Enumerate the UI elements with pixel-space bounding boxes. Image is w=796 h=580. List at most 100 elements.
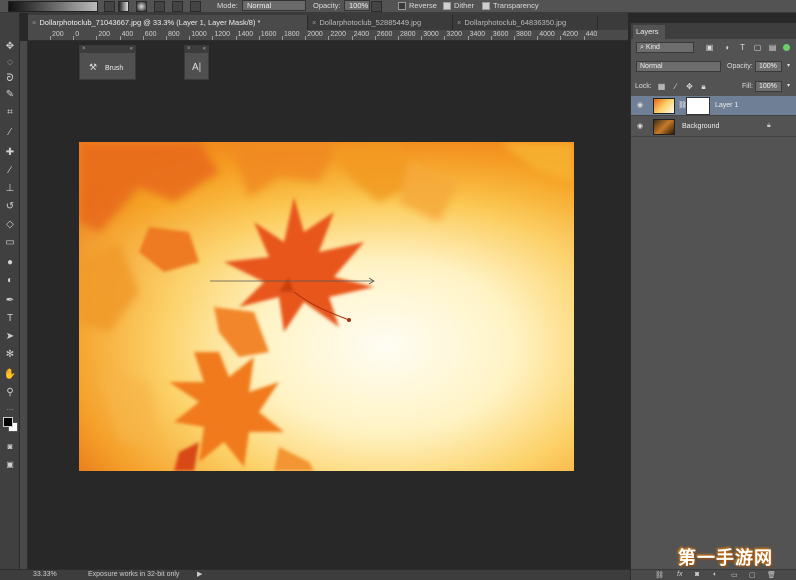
opacity-dropdown-icon[interactable]: ▾	[784, 62, 793, 71]
reflected-gradient-icon[interactable]	[172, 1, 183, 12]
lock-position-icon[interactable]: ✥	[685, 82, 694, 91]
ruler-tick-mark	[583, 36, 585, 40]
healing-icon[interactable]: ✚	[2, 145, 18, 161]
shape-icon[interactable]: ✻	[2, 347, 18, 363]
opacity-dropdown-icon[interactable]	[371, 1, 382, 12]
history-brush-icon[interactable]: ↺	[2, 199, 18, 215]
ruler-tick-label: 400	[121, 31, 134, 38]
layers-panel-header: Layers	[631, 23, 796, 39]
layer-mask-thumbnail[interactable]	[686, 97, 710, 115]
zoom-level[interactable]: 33.33%	[33, 571, 57, 578]
gradient-preview[interactable]	[8, 1, 98, 12]
ruler-tick-mark	[305, 36, 307, 40]
group-icon[interactable]: ▭	[731, 571, 738, 579]
panel-header[interactable]: × «	[185, 46, 208, 53]
type-icon[interactable]: T	[2, 311, 18, 327]
reverse-checkbox[interactable]	[398, 2, 406, 10]
delete-layer-icon[interactable]: 🗑︎	[767, 571, 776, 579]
pen-icon[interactable]: ✒	[2, 293, 18, 309]
transparency-checkbox[interactable]	[482, 2, 490, 10]
filter-kind-select[interactable]: ⌕ Kind	[636, 42, 694, 53]
linear-gradient-icon[interactable]	[118, 1, 129, 12]
layer-opacity-field[interactable]: 100%	[755, 61, 782, 72]
add-mask-icon[interactable]: ◙	[695, 571, 699, 578]
layer-name[interactable]: Background	[682, 122, 719, 132]
filter-toggle-icon[interactable]	[783, 44, 790, 51]
quick-select-icon[interactable]: ✎	[2, 87, 18, 103]
layer-name[interactable]: Layer 1	[715, 101, 738, 111]
mode-select[interactable]: Normal	[242, 0, 306, 11]
filter-smart-object-icon[interactable]: ▤	[768, 43, 777, 52]
gradient-icon[interactable]: ▭	[2, 235, 18, 251]
lock-image-icon[interactable]: ∕	[671, 82, 680, 91]
filter-adjustment-icon[interactable]: ◑	[722, 43, 731, 52]
ruler-tick-label: 1200	[214, 31, 230, 38]
link-layers-icon[interactable]: ⛓	[655, 571, 664, 579]
filter-type-icon[interactable]: T	[738, 43, 747, 52]
ruler-tick-mark	[560, 36, 562, 40]
reverse-label: Reverse	[409, 1, 437, 10]
visibility-eye-icon[interactable]: ◉	[637, 123, 645, 131]
fill-dropdown-icon[interactable]: ▾	[784, 82, 793, 91]
status-menu-arrow-icon[interactable]: ▶	[197, 570, 202, 578]
layer-row-background[interactable]: ◉ Background 🔒︎	[631, 117, 796, 137]
quick-mask-icon[interactable]: ◙	[2, 439, 18, 455]
ruler-tick-mark	[514, 36, 515, 40]
stamp-icon[interactable]: ⊥	[2, 181, 18, 197]
brush-icon[interactable]: ∕	[2, 163, 18, 179]
radial-gradient-icon[interactable]	[136, 1, 147, 12]
tools-panel: ✥ ◌ ᘐ ✎ ⌗ ⁄ ✚ ∕ ⊥ ↺ ◇ ▭ ● ◐ ✒ T ➤ ✻ ✋ ⚲ …	[0, 13, 20, 569]
angle-gradient-icon[interactable]	[154, 1, 165, 12]
eraser-icon[interactable]: ◇	[2, 217, 18, 233]
ruler-tick-mark	[374, 36, 376, 40]
path-select-icon[interactable]: ➤	[2, 329, 18, 345]
panel-header[interactable]: × «	[80, 46, 135, 53]
tab-doc-3[interactable]: × Dollarphotoclub_64836350.jpg	[453, 15, 598, 30]
ruler-tick-mark	[119, 36, 121, 40]
new-layer-icon[interactable]: ▢	[749, 571, 756, 579]
mode-label: Mode:	[217, 1, 238, 10]
move-icon[interactable]: ✥	[2, 39, 18, 55]
filter-shape-icon[interactable]: ▢	[753, 43, 762, 52]
hand-icon[interactable]: ✋	[2, 367, 18, 383]
ruler-tick-label: 4200	[562, 31, 578, 38]
character-panel[interactable]: × « A|	[184, 45, 209, 80]
eyedropper-icon[interactable]: ⁄	[2, 125, 18, 141]
filter-pixel-icon[interactable]: ▣	[705, 43, 714, 52]
screen-mode-icon[interactable]: ▣	[2, 457, 18, 473]
tab-layers[interactable]: Layers	[633, 25, 665, 39]
layer-thumbnail[interactable]	[653, 98, 675, 114]
blur-icon[interactable]: ●	[2, 255, 18, 271]
more-tools-icon[interactable]: …	[2, 401, 18, 417]
fx-icon[interactable]: fx	[677, 571, 682, 578]
fill-field[interactable]: 100%	[755, 81, 782, 92]
foreground-color-swatch[interactable]	[3, 417, 13, 427]
gradient-dropdown-icon[interactable]	[104, 1, 115, 12]
diamond-gradient-icon[interactable]	[190, 1, 201, 12]
crop-icon[interactable]: ⌗	[2, 105, 18, 121]
layer-thumbnail[interactable]	[653, 119, 675, 135]
lock-label: Lock:	[635, 83, 652, 90]
dither-checkbox[interactable]	[443, 2, 451, 10]
marquee-icon[interactable]: ◌	[2, 55, 18, 71]
adjustment-layer-icon[interactable]: ◐	[713, 571, 717, 578]
close-icon[interactable]: ×	[457, 18, 461, 27]
blend-mode-select[interactable]: Normal	[636, 61, 721, 72]
ruler-tick-mark	[96, 36, 98, 40]
opacity-field[interactable]: 100%	[344, 0, 370, 11]
visibility-eye-icon[interactable]: ◉	[637, 102, 645, 110]
tab-doc-1[interactable]: × Dollarphotoclub_71043667.jpg @ 33.3% (L…	[28, 15, 308, 30]
document-canvas[interactable]	[79, 142, 574, 471]
zoom-icon[interactable]: ⚲	[2, 385, 18, 401]
ruler-tick-mark	[421, 36, 423, 40]
lasso-icon[interactable]: ᘐ	[2, 71, 18, 87]
layer-row-layer-1[interactable]: ◉ ⛓ Layer 1	[631, 96, 796, 116]
lock-transparent-icon[interactable]: ▦	[657, 82, 666, 91]
dodge-icon[interactable]: ◐	[2, 273, 18, 289]
tab-doc-2[interactable]: × Dollarphotoclub_52885449.jpg	[308, 15, 453, 30]
close-icon[interactable]: ×	[312, 18, 316, 27]
lock-all-icon[interactable]: 🔒︎	[699, 82, 708, 91]
brush-panel[interactable]: × « ⚒ Brush	[79, 45, 136, 80]
mask-link-icon[interactable]: ⛓	[678, 101, 687, 109]
close-icon[interactable]: ×	[32, 18, 36, 27]
